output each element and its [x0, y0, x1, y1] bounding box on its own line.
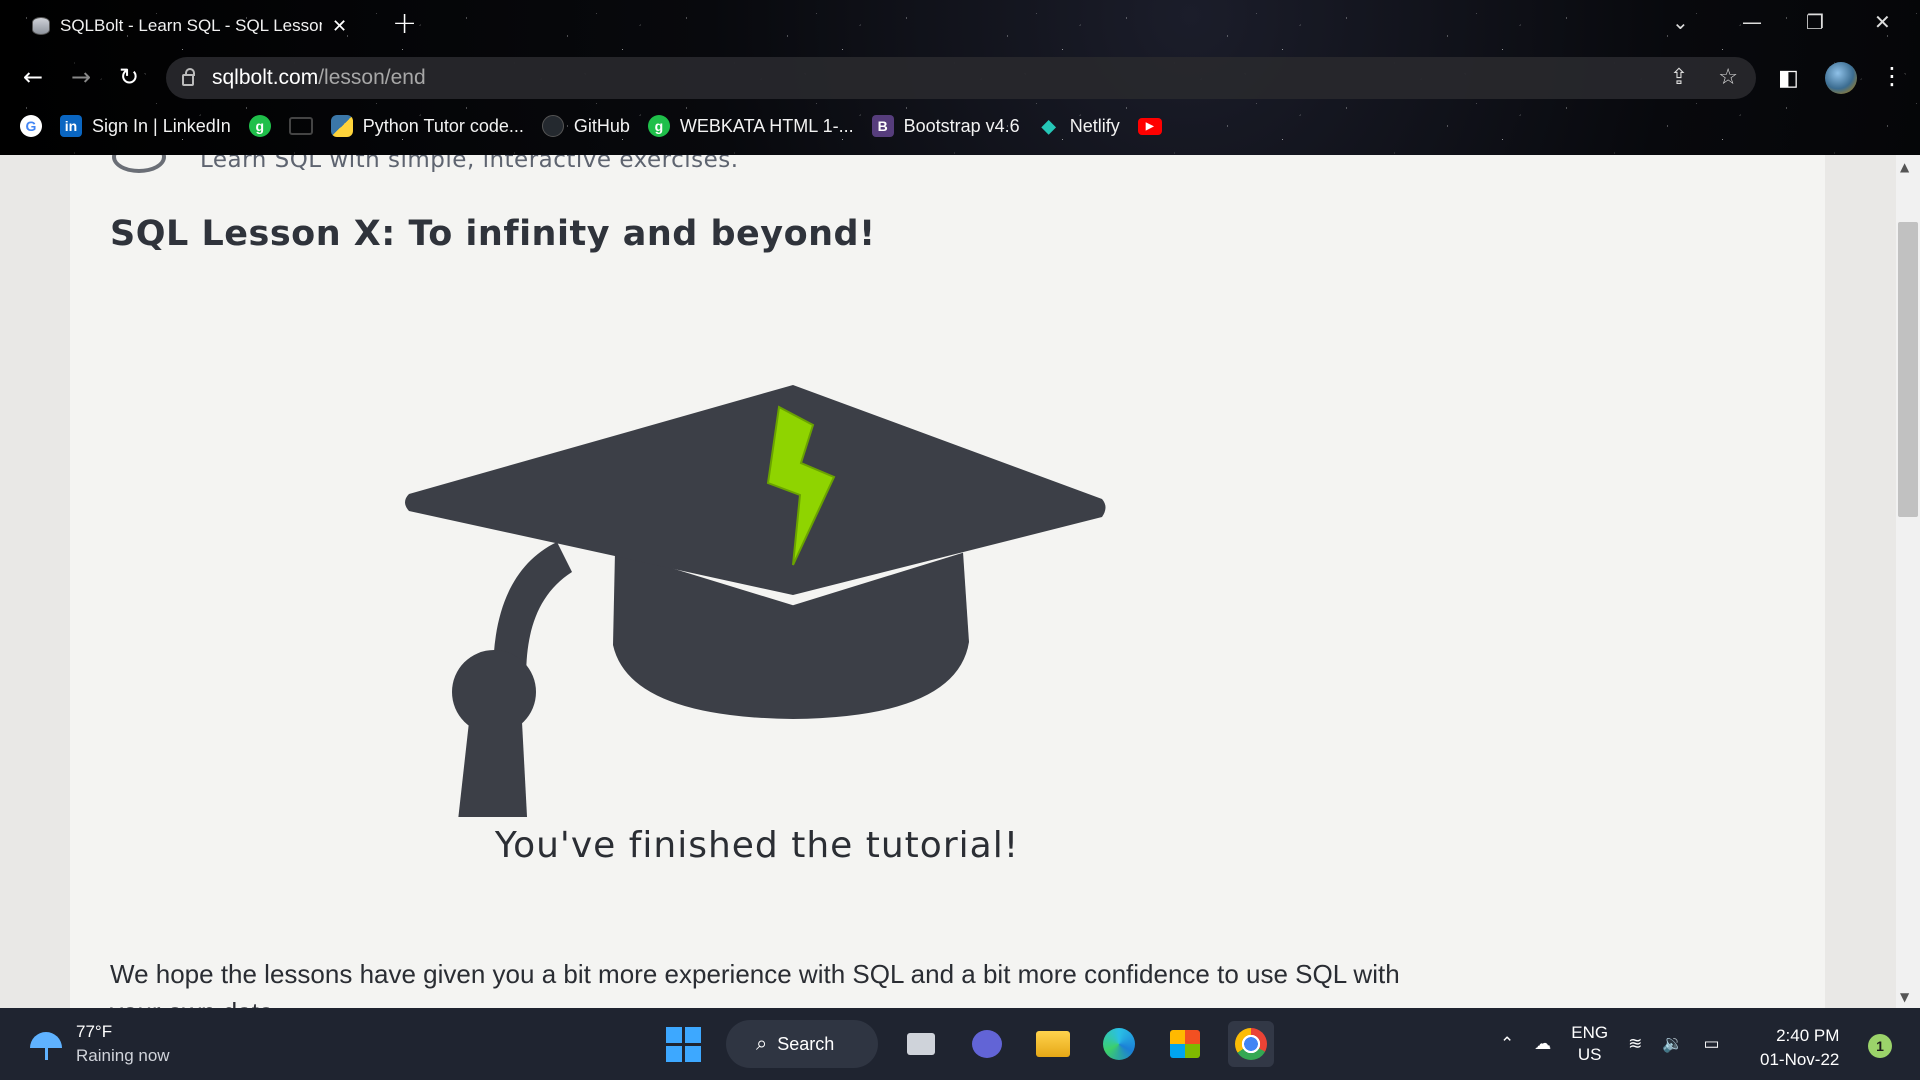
- bookmark-bootstrap[interactable]: B Bootstrap v4.6: [871, 115, 1020, 137]
- bookmarks-bar: G in Sign In | LinkedIn g Python Tutor c…: [20, 113, 1162, 139]
- youtube-icon: ▶: [1137, 117, 1162, 135]
- graduation-cap-icon: [405, 385, 1106, 909]
- windows-taskbar: 77°F Raining now ⌕ Search ⌃ ☁ ENG US ≋ 🔉…: [0, 1008, 1920, 1080]
- store-button[interactable]: [1162, 1021, 1208, 1067]
- linkedin-icon: in: [60, 115, 82, 137]
- green-badge-icon: g: [647, 115, 670, 137]
- address-bar[interactable]: sqlbolt.com/lesson/end ⇪ ☆: [166, 57, 1756, 99]
- teams-chat-button[interactable]: [964, 1021, 1010, 1067]
- bookmark-netlify[interactable]: ◆ Netlify: [1038, 115, 1120, 137]
- page-title: SQL Lesson X: To infinity and beyond!: [110, 214, 876, 254]
- onedrive-cloud-icon[interactable]: ☁: [1534, 1034, 1551, 1054]
- weather-condition: Raining now: [76, 1046, 170, 1065]
- bookmark-star-icon[interactable]: ☆: [1718, 65, 1738, 90]
- edge-icon: [1103, 1028, 1135, 1060]
- store-icon: [1170, 1030, 1200, 1058]
- database-icon: [32, 17, 50, 35]
- tab-search-icon[interactable]: ⌄: [1672, 10, 1689, 34]
- clock-date: 01-Nov-22: [1760, 1050, 1840, 1069]
- forward-button[interactable]: →: [66, 62, 96, 92]
- chrome-icon: [1235, 1028, 1267, 1060]
- task-view-icon: [907, 1033, 935, 1055]
- tab-title: SQLBolt - Learn SQL - SQL Lesson: [60, 16, 322, 35]
- new-tab-button[interactable]: +: [392, 8, 417, 40]
- side-panel-icon[interactable]: ◧: [1778, 66, 1799, 91]
- bookmark-google[interactable]: G: [20, 115, 42, 137]
- language-indicator[interactable]: ENG US: [1571, 1022, 1608, 1066]
- page-viewport: Learn SQL with simple, interactive exerc…: [0, 155, 1896, 1008]
- browser-menu-icon[interactable]: ⋮: [1880, 62, 1904, 90]
- screen-icon: [288, 117, 313, 135]
- chat-icon: [972, 1030, 1002, 1058]
- scrollbar-thumb[interactable]: [1898, 222, 1918, 517]
- scroll-down-arrow-icon[interactable]: ▼: [1900, 990, 1909, 1004]
- bookmark-webkata[interactable]: g WEBKATA HTML 1-...: [647, 115, 854, 137]
- close-window-button[interactable]: ✕: [1874, 10, 1891, 34]
- url-path: /lesson/end: [318, 66, 426, 89]
- bootstrap-icon: B: [871, 115, 894, 137]
- bookmark-label: Sign In | LinkedIn: [92, 115, 231, 136]
- bookmark-youtube[interactable]: ▶: [1137, 117, 1162, 135]
- back-button[interactable]: ←: [18, 62, 48, 92]
- task-view-button[interactable]: [898, 1021, 944, 1067]
- system-tray: ⌃ ☁ ENG US ≋ 🔉 ▭: [1500, 1022, 1720, 1066]
- clock-time: 2:40 PM: [1776, 1026, 1840, 1045]
- url-host: sqlbolt.com: [212, 66, 319, 89]
- bookmark-green-badge[interactable]: g: [248, 115, 271, 137]
- bookmark-github[interactable]: GitHub: [541, 115, 630, 137]
- python-icon: [330, 115, 353, 137]
- bookmark-label: Bootstrap v4.6: [903, 115, 1020, 136]
- weather-widget[interactable]: 77°F Raining now: [28, 1022, 170, 1066]
- start-button[interactable]: [660, 1021, 706, 1067]
- bookmark-label: Python Tutor code...: [362, 115, 524, 136]
- tab-close-icon[interactable]: ✕: [332, 16, 347, 37]
- bookmark-label: Netlify: [1069, 115, 1120, 136]
- folder-icon: [1036, 1031, 1070, 1057]
- finished-heading: You've finished the tutorial!: [494, 825, 1020, 866]
- windows-logo-icon: [665, 1026, 701, 1062]
- wifi-icon[interactable]: ≋: [1628, 1034, 1642, 1054]
- green-badge-icon: g: [248, 115, 271, 137]
- battery-icon[interactable]: ▭: [1704, 1034, 1720, 1054]
- language-code: ENG: [1571, 1023, 1609, 1042]
- bookmark-linkedin[interactable]: in Sign In | LinkedIn: [60, 115, 231, 137]
- share-icon[interactable]: ⇪: [1670, 65, 1688, 90]
- reload-button[interactable]: ↻: [114, 62, 144, 92]
- weather-temperature: 77°F: [76, 1022, 113, 1041]
- github-icon: [541, 115, 564, 137]
- browser-chrome: SQLBolt - Learn SQL - SQL Lesson ✕ + ⌄ —…: [0, 0, 1920, 155]
- file-explorer-button[interactable]: [1030, 1021, 1076, 1067]
- sqlbolt-logo[interactable]: [112, 155, 166, 173]
- bookmark-label: GitHub: [573, 115, 630, 136]
- tab-sqlbolt[interactable]: SQLBolt - Learn SQL - SQL Lesson ✕: [16, 6, 366, 46]
- closing-paragraph: We hope the lessons have given you a bit…: [110, 959, 1400, 1008]
- bookmark-label: WEBKATA HTML 1-...: [679, 115, 854, 136]
- taskbar-search-button[interactable]: ⌕ Search: [726, 1020, 878, 1068]
- chevron-up-icon[interactable]: ⌃: [1500, 1034, 1514, 1054]
- search-icon: ⌕: [756, 1032, 768, 1055]
- netlify-icon: ◆: [1041, 115, 1056, 136]
- content-card: Learn SQL with simple, interactive exerc…: [70, 155, 1825, 1008]
- site-tagline: Learn SQL with simple, interactive exerc…: [200, 155, 739, 173]
- clock[interactable]: 2:40 PM 01-Nov-22: [1760, 1024, 1839, 1072]
- notification-badge[interactable]: 1: [1868, 1034, 1892, 1058]
- region-code: US: [1577, 1045, 1602, 1064]
- chrome-button[interactable]: [1228, 1021, 1274, 1067]
- google-icon: G: [20, 115, 42, 137]
- restore-button[interactable]: ❐: [1806, 10, 1824, 34]
- scroll-up-arrow-icon[interactable]: ▲: [1900, 160, 1909, 174]
- umbrella-rain-icon: [28, 1026, 64, 1062]
- graduation-cap-illustration: [397, 357, 1117, 909]
- lock-icon[interactable]: [182, 68, 195, 86]
- volume-icon[interactable]: 🔉: [1662, 1034, 1683, 1054]
- bookmark-python-tutor[interactable]: Python Tutor code...: [330, 115, 524, 137]
- edge-button[interactable]: [1096, 1021, 1142, 1067]
- minimize-button[interactable]: —: [1742, 10, 1762, 34]
- bookmark-screen[interactable]: [288, 117, 313, 135]
- search-label: Search: [777, 1033, 835, 1054]
- profile-avatar[interactable]: [1825, 62, 1857, 94]
